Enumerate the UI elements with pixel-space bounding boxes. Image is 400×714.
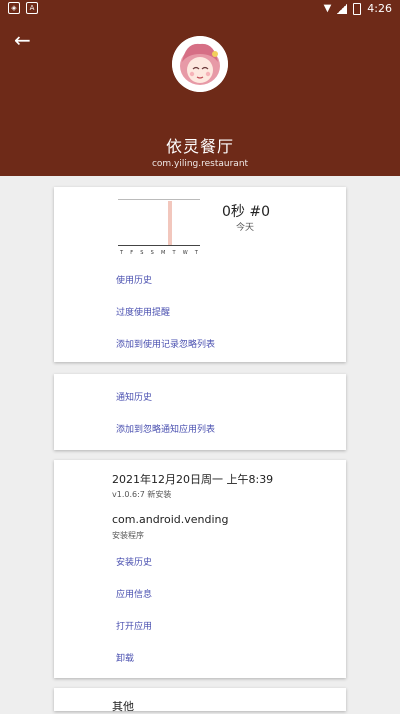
signal-icon <box>337 3 348 14</box>
a-icon: A <box>26 2 38 14</box>
notification-card: 通知历史 添加到忽略通知应用列表 <box>54 374 346 450</box>
app-name: 依灵餐厅 <box>165 137 234 156</box>
avatar-illustration <box>172 36 228 92</box>
add-usage-ignore-link[interactable]: 添加到使用记录忽略列表 <box>116 337 215 350</box>
install-version: v1.0.6:7 新安装 <box>112 490 172 499</box>
installer-package: com.android.vending <box>112 513 229 526</box>
uninstall-link[interactable]: 卸载 <box>116 651 134 664</box>
usage-period: 今天 <box>236 223 255 233</box>
weekday-label: T <box>172 250 176 256</box>
weekday-label: M <box>161 250 166 256</box>
status-bar: ◈ A ▼ 4:26 <box>0 0 400 18</box>
usage-bar <box>168 201 172 245</box>
weekday-label: T <box>120 250 124 256</box>
usage-card: T F S S M T W T 0秒 #0 今天 使用历史 过度使用提醒 添加到… <box>54 187 346 362</box>
open-app-link[interactable]: 打开应用 <box>116 619 152 632</box>
status-time: 4:26 <box>367 2 392 15</box>
install-card: 2021年12月20日周一 上午8:39 v1.0.6:7 新安装 com.an… <box>54 460 346 678</box>
weekday-label: S <box>150 250 154 256</box>
installer-label: 安装程序 <box>112 531 144 540</box>
weekday-label: S <box>140 250 144 256</box>
weekday-label: F <box>130 250 134 256</box>
install-history-link[interactable]: 安装历史 <box>116 555 152 568</box>
other-card: 其他 <box>54 688 346 713</box>
package-name: com.yiling.restaurant <box>151 159 249 169</box>
wifi-icon: ▼ <box>323 3 332 14</box>
chart-top-line <box>118 199 200 200</box>
shield-icon: ◈ <box>8 2 20 14</box>
notification-history-link[interactable]: 通知历史 <box>116 390 152 403</box>
back-arrow-icon[interactable]: ← <box>14 28 31 52</box>
overuse-reminder-link[interactable]: 过度使用提醒 <box>116 305 170 318</box>
usage-mini-chart: T F S S M T W T <box>118 199 200 261</box>
weekday-label: W <box>182 250 188 256</box>
other-title: 其他 <box>112 700 134 713</box>
chart-baseline <box>118 245 200 246</box>
weekday-labels: T F S S M T W T <box>120 250 198 256</box>
app-info-link[interactable]: 应用信息 <box>116 587 152 600</box>
weekday-label: T <box>194 250 198 256</box>
app-avatar <box>172 36 228 92</box>
usage-value: 0秒 #0 <box>222 204 270 220</box>
install-date: 2021年12月20日周一 上午8:39 <box>112 473 274 486</box>
add-notification-ignore-link[interactable]: 添加到忽略通知应用列表 <box>116 422 215 435</box>
battery-icon <box>353 2 362 15</box>
app-header: ← 依灵餐厅 com.yiling.restaurant <box>0 18 400 176</box>
usage-history-link[interactable]: 使用历史 <box>116 273 152 286</box>
